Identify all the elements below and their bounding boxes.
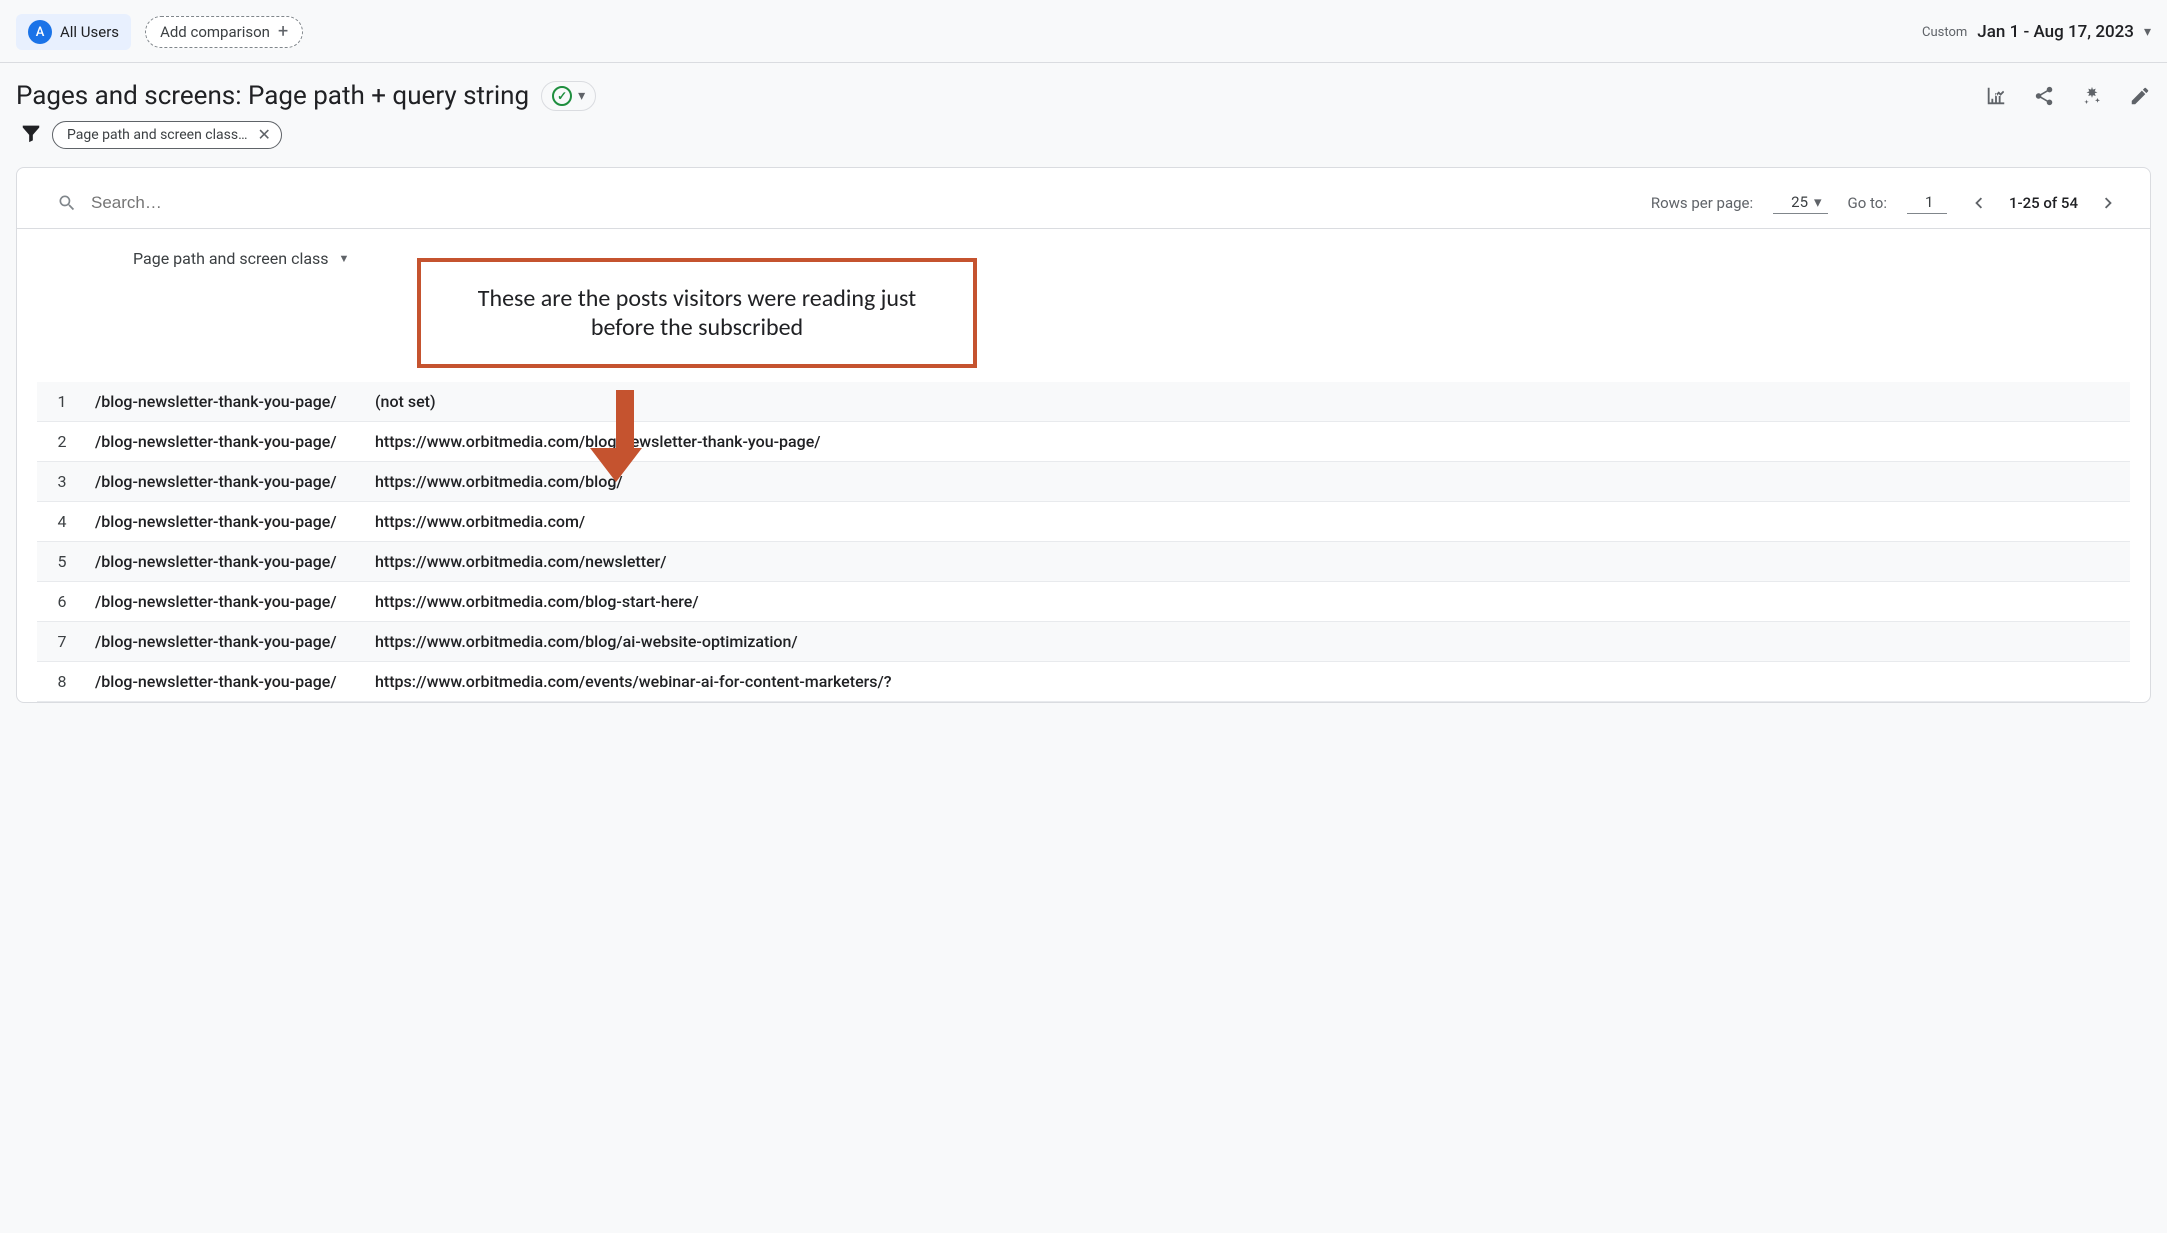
title-row: Pages and screens: Page path + query str… xyxy=(0,63,2167,121)
goto-label: Go to: xyxy=(1848,194,1887,212)
report-card: Rows per page: 25 ▾ Go to: 1 1-25 of 54 … xyxy=(16,167,2151,703)
page-path-cell: /blog-newsletter-thank-you-page/ xyxy=(87,382,367,422)
next-page-button[interactable] xyxy=(2098,192,2120,214)
page-path-cell: /blog-newsletter-thank-you-page/ xyxy=(87,462,367,502)
prev-page-button[interactable] xyxy=(1967,192,1989,214)
check-circle-icon: ✓ xyxy=(552,86,572,106)
insights-icon[interactable] xyxy=(2081,85,2103,107)
page-path-cell: /blog-newsletter-thank-you-page/ xyxy=(87,582,367,622)
plus-icon: + xyxy=(278,23,288,41)
status-pill[interactable]: ✓ ▾ xyxy=(541,81,596,111)
table-row[interactable]: 7/blog-newsletter-thank-you-page/https:/… xyxy=(37,622,2130,662)
referrer-cell: https://www.orbitmedia.com/newsletter/ xyxy=(367,542,2130,582)
search-input[interactable] xyxy=(91,193,311,213)
search-icon[interactable] xyxy=(57,193,77,213)
action-icons xyxy=(1985,85,2151,107)
page-path-cell: /blog-newsletter-thank-you-page/ xyxy=(87,542,367,582)
page-path-cell: /blog-newsletter-thank-you-page/ xyxy=(87,662,367,702)
rows-per-page-select[interactable]: 25 ▾ xyxy=(1773,193,1827,214)
table-row[interactable]: 5/blog-newsletter-thank-you-page/https:/… xyxy=(37,542,2130,582)
chevron-down-icon: ▼ xyxy=(339,252,350,265)
table-row[interactable]: 8/blog-newsletter-thank-you-page/https:/… xyxy=(37,662,2130,702)
filter-icon[interactable] xyxy=(20,122,42,148)
referrer-cell: https://www.orbitmedia.com/ xyxy=(367,502,2130,542)
add-comparison-label: Add comparison xyxy=(160,23,270,41)
add-comparison-button[interactable]: Add comparison + xyxy=(145,16,303,48)
rows-per-page-label: Rows per page: xyxy=(1651,194,1753,212)
chevron-down-icon: ▾ xyxy=(1814,193,1822,211)
dimension-header[interactable]: Page path and screen class ▼ xyxy=(17,229,2150,282)
audience-badge: A xyxy=(28,20,52,44)
referrer-cell: https://www.orbitmedia.com/blog/ai-websi… xyxy=(367,622,2130,662)
row-number: 4 xyxy=(37,502,87,542)
audience-chip[interactable]: A All Users xyxy=(16,14,131,50)
edit-icon[interactable] xyxy=(2129,85,2151,107)
page-path-cell: /blog-newsletter-thank-you-page/ xyxy=(87,422,367,462)
annotation-arrow-icon xyxy=(607,390,642,482)
row-number: 8 xyxy=(37,662,87,702)
date-range-picker[interactable]: Custom Jan 1 - Aug 17, 2023 ▾ xyxy=(1922,22,2151,42)
page-path-cell: /blog-newsletter-thank-you-page/ xyxy=(87,502,367,542)
goto-value: 1 xyxy=(1925,193,1933,211)
search-area xyxy=(57,193,1651,213)
row-number: 6 xyxy=(37,582,87,622)
top-bar: A All Users Add comparison + Custom Jan … xyxy=(0,0,2167,63)
pager: Rows per page: 25 ▾ Go to: 1 1-25 of 54 xyxy=(1651,192,2120,214)
row-number: 3 xyxy=(37,462,87,502)
customize-report-icon[interactable] xyxy=(1985,85,2007,107)
page-path-cell: /blog-newsletter-thank-you-page/ xyxy=(87,622,367,662)
referrer-cell: https://www.orbitmedia.com/blog-start-he… xyxy=(367,582,2130,622)
page-title: Pages and screens: Page path + query str… xyxy=(16,81,529,111)
filter-chip[interactable]: Page path and screen class… ✕ xyxy=(52,121,282,149)
table-row[interactable]: 1/blog-newsletter-thank-you-page/(not se… xyxy=(37,382,2130,422)
referrer-cell: https://www.orbitmedia.com/events/webina… xyxy=(367,662,2130,702)
annotation-callout: These are the posts visitors were readin… xyxy=(417,258,977,368)
title-left: Pages and screens: Page path + query str… xyxy=(16,81,596,111)
date-range-text: Jan 1 - Aug 17, 2023 xyxy=(1977,22,2134,42)
close-icon[interactable]: ✕ xyxy=(257,127,270,143)
annotation-text: These are the posts visitors were readin… xyxy=(478,284,916,342)
rows-per-page-value: 25 xyxy=(1791,193,1808,211)
table-controls: Rows per page: 25 ▾ Go to: 1 1-25 of 54 xyxy=(17,188,2150,229)
row-number: 5 xyxy=(37,542,87,582)
filter-row: Page path and screen class… ✕ xyxy=(0,121,2167,167)
table-row[interactable]: 3/blog-newsletter-thank-you-page/https:/… xyxy=(37,462,2130,502)
table-row[interactable]: 4/blog-newsletter-thank-you-page/https:/… xyxy=(37,502,2130,542)
row-number: 2 xyxy=(37,422,87,462)
chevron-down-icon: ▾ xyxy=(578,88,585,104)
date-range-type: Custom xyxy=(1922,25,1967,40)
chevron-down-icon: ▾ xyxy=(2144,24,2151,40)
data-table: 1/blog-newsletter-thank-you-page/(not se… xyxy=(37,382,2130,702)
dimension-header-text: Page path and screen class xyxy=(133,249,329,268)
top-bar-left: A All Users Add comparison + xyxy=(16,14,303,50)
filter-chip-text: Page path and screen class… xyxy=(67,127,247,143)
share-icon[interactable] xyxy=(2033,85,2055,107)
row-number: 7 xyxy=(37,622,87,662)
goto-input[interactable]: 1 xyxy=(1907,193,1947,214)
table-row[interactable]: 2/blog-newsletter-thank-you-page/https:/… xyxy=(37,422,2130,462)
page-range-text: 1-25 of 54 xyxy=(2009,194,2078,212)
audience-label: All Users xyxy=(60,23,119,41)
table-row[interactable]: 6/blog-newsletter-thank-you-page/https:/… xyxy=(37,582,2130,622)
row-number: 1 xyxy=(37,382,87,422)
